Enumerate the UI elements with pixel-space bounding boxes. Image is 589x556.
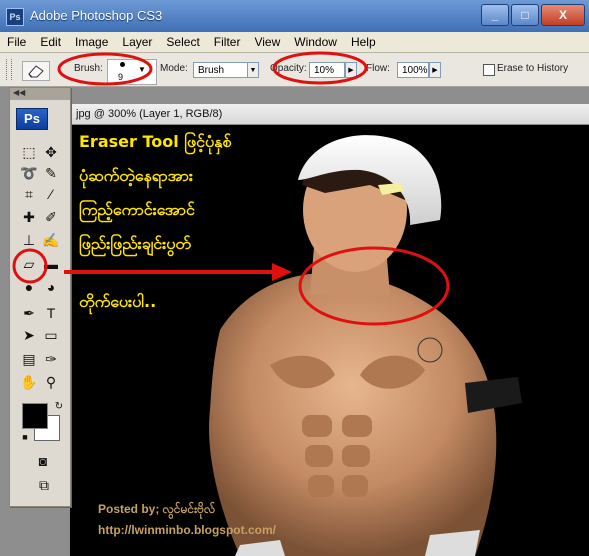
caption-line-1: Eraser Tool ဖြင့်ပုံနှစ် [79, 132, 232, 151]
brush-label: Brush: [74, 63, 103, 74]
quick-mask-icon[interactable]: ◙ [34, 452, 52, 470]
lasso-tool-icon[interactable]: ➰ [20, 164, 38, 182]
history-brush-tool-icon[interactable]: ✍ [42, 231, 60, 249]
title-bar: Ps Adobe Photoshop CS3 _ □ X [0, 0, 589, 33]
mode-label: Mode: [160, 63, 188, 74]
opacity-slider-button[interactable]: ▶ [345, 62, 357, 78]
notes-tool-icon[interactable]: ▤ [20, 350, 38, 368]
document-canvas[interactable] [70, 125, 589, 556]
path-selection-tool-icon[interactable]: ➤ [20, 326, 38, 344]
gradient-tool-icon[interactable]: ▬ [42, 255, 60, 273]
ps-logo[interactable]: Ps [16, 108, 48, 130]
menu-file[interactable]: File [0, 32, 33, 52]
dodge-tool-icon[interactable]: ◕ [42, 278, 60, 296]
flow-slider-button[interactable]: ▶ [429, 62, 441, 78]
erase-to-history-checkbox[interactable] [483, 64, 495, 76]
posted-by-text: Posted by; လွင်မင်းဗိုလ် [98, 502, 216, 516]
clone-stamp-tool-icon[interactable]: ⊥ [20, 231, 38, 249]
window-title: Adobe Photoshop CS3 [30, 8, 163, 23]
menu-image[interactable]: Image [68, 32, 115, 52]
minimize-button[interactable]: _ [481, 4, 509, 26]
document-title: jpg @ 300% (Layer 1, RGB/8) [76, 108, 223, 120]
menu-edit[interactable]: Edit [33, 32, 68, 52]
shape-tool-icon[interactable]: ▭ [42, 326, 60, 344]
hand-tool-icon[interactable]: ✋ [20, 373, 38, 391]
healing-brush-tool-icon[interactable]: ✚ [20, 208, 38, 226]
default-colors-icon[interactable]: ■ [16, 428, 34, 446]
document-window-titlebar[interactable]: jpg @ 300% (Layer 1, RGB/8) [70, 104, 589, 125]
eraser-tool-icon[interactable]: ▱ [20, 255, 38, 273]
brush-tool-icon[interactable]: ✐ [42, 208, 60, 226]
marquee-tool-icon[interactable]: ⬚ [20, 143, 38, 161]
tool-preset-picker[interactable] [22, 61, 50, 81]
photoshop-app-icon: Ps [6, 8, 24, 26]
eraser-icon [28, 65, 44, 78]
brush-tip-icon [120, 62, 125, 67]
brush-size: 9 [118, 72, 124, 82]
brush-picker[interactable]: 9 ▼ [107, 59, 157, 85]
foreground-color-swatch[interactable] [22, 403, 48, 429]
menu-window[interactable]: Window [287, 32, 344, 52]
options-bar: Brush: 9 ▼ Mode: Brush ▼ Opacity: 10% ▶ … [0, 53, 589, 132]
opacity-field[interactable]: 10% [309, 62, 345, 78]
options-grip[interactable] [6, 59, 12, 80]
caption-line-5: တိုက်ပေးပါ.. [79, 292, 157, 311]
caption-line-2: ပုံဆက်တဲ့နေရာအား [79, 166, 193, 185]
menu-layer[interactable]: Layer [115, 32, 159, 52]
caption-line-3: ကြည့်ကောင်းအောင် [79, 200, 195, 219]
erase-to-history-label: Erase to History [497, 63, 569, 74]
magic-wand-tool-icon[interactable]: ✎ [42, 164, 60, 182]
maximize-button[interactable]: □ [511, 4, 539, 26]
type-tool-icon[interactable]: T [42, 304, 60, 322]
menu-select[interactable]: Select [159, 32, 206, 52]
collapse-icon[interactable]: ◀◀ [13, 88, 25, 97]
opacity-label: Opacity: [270, 63, 307, 74]
menu-bar: File Edit Image Layer Select Filter View… [0, 32, 589, 53]
crop-tool-icon[interactable]: ⌗ [20, 185, 38, 203]
eyedropper-tool-icon[interactable]: ✑ [42, 350, 60, 368]
photo-image [209, 135, 522, 556]
flow-field[interactable]: 100% [397, 62, 429, 78]
flow-label: Flow: [366, 63, 390, 74]
menu-view[interactable]: View [247, 32, 287, 52]
menu-filter[interactable]: Filter [207, 32, 248, 52]
tools-panel-header[interactable]: ◀◀ [10, 88, 70, 100]
pen-tool-icon[interactable]: ✒ [20, 304, 38, 322]
blog-url-text: http://lwinminbo.blogspot.com/ [98, 523, 276, 537]
swap-colors-icon[interactable]: ↻ [50, 398, 68, 416]
slice-tool-icon[interactable]: ⁄ [42, 185, 60, 203]
chevron-down-icon[interactable]: ▼ [247, 62, 259, 78]
move-tool-icon[interactable]: ✥ [42, 143, 60, 161]
chevron-down-icon: ▼ [138, 65, 146, 74]
menu-help[interactable]: Help [344, 32, 383, 52]
screen-mode-icon[interactable]: ⧉ [32, 476, 56, 494]
blur-tool-icon[interactable]: ● [20, 278, 38, 296]
caption-line-4: ဖြည်းဖြည်းချင်းပွတ် [79, 234, 191, 253]
zoom-tool-icon[interactable]: ⚲ [42, 373, 60, 391]
close-button[interactable]: X [541, 4, 585, 26]
